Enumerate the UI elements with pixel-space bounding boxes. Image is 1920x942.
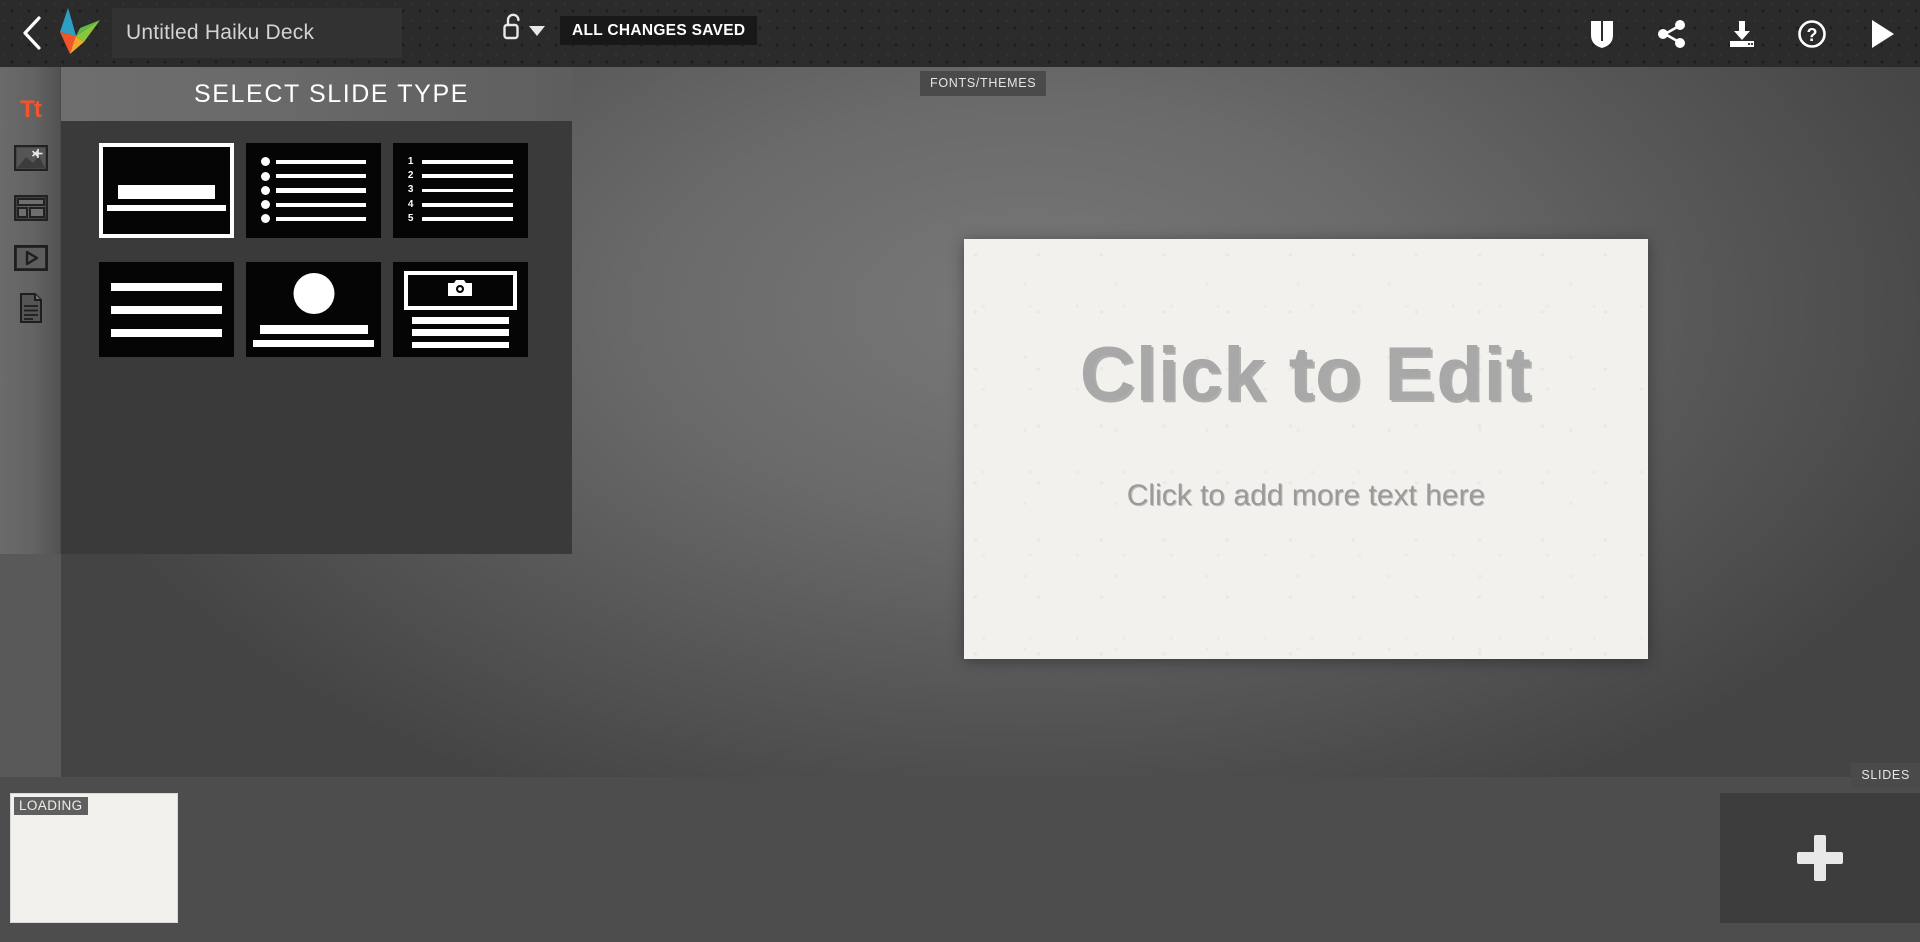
slide-type-circle-image[interactable] (246, 262, 381, 357)
circle-shape (293, 273, 334, 314)
chevron-down-icon (529, 26, 545, 36)
slide-title-placeholder[interactable]: Click to Edit (964, 331, 1648, 418)
save-status-badge: ALL CHANGES SAVED (560, 16, 757, 45)
sidebar-item-layout-tool[interactable] (0, 185, 61, 235)
sidebar-item-notes-tool[interactable] (0, 285, 61, 335)
tab-slides[interactable]: SLIDES (1851, 763, 1920, 788)
list-number: 5 (408, 214, 417, 224)
sidebar-item-image-tool[interactable] (0, 135, 61, 185)
haiku-deck-editor: Untitled Haiku Deck ALL CHANGES SAVED (0, 0, 1920, 942)
slide-type-numbered-list[interactable]: 1 2 3 4 5 (393, 143, 528, 238)
slide-canvas[interactable]: Click to Edit Click to add more text her… (964, 239, 1648, 659)
list-number: 4 (408, 200, 417, 210)
slide-type-bulleted-list[interactable] (246, 143, 381, 238)
sidebar-item-text-tool[interactable]: Tt (0, 85, 61, 135)
slide-type-grid: 1 2 3 4 5 (99, 143, 528, 357)
plus-icon (1797, 835, 1843, 881)
share-icon[interactable] (1652, 12, 1692, 56)
list-number: 3 (408, 185, 417, 195)
haiku-deck-logo[interactable] (50, 6, 106, 60)
slide-subtitle-placeholder[interactable]: Click to add more text here (964, 479, 1648, 513)
shield-icon[interactable] (1582, 12, 1622, 56)
status-badge: LOADING (14, 797, 88, 815)
slide-type-text-bars[interactable] (99, 262, 234, 357)
slide-type-panel-title: SELECT SLIDE TYPE (164, 80, 469, 109)
top-toolbar: Untitled Haiku Deck ALL CHANGES SAVED (0, 0, 1920, 67)
deck-title-input[interactable]: Untitled Haiku Deck (112, 8, 402, 58)
tool-sidebar: Tt (0, 67, 61, 554)
save-status-text: ALL CHANGES SAVED (572, 22, 745, 40)
list-number: 1 (408, 157, 417, 167)
privacy-dropdown[interactable] (500, 12, 545, 47)
tab-fonts-themes[interactable]: FONTS/THEMES (920, 71, 1046, 96)
origami-bird-icon (50, 6, 106, 60)
list-number: 2 (408, 171, 417, 181)
image-icon (14, 145, 48, 176)
photo-frame (404, 271, 517, 311)
slide-type-photo-caption[interactable] (393, 262, 528, 357)
unlock-icon (500, 12, 526, 47)
slide-type-panel: 1 2 3 4 5 (61, 121, 572, 554)
back-button[interactable] (12, 8, 52, 58)
add-slide-button[interactable] (1720, 793, 1920, 923)
tab-fonts-themes-label: FONTS/THEMES (930, 76, 1036, 90)
text-tool-label: Tt (20, 98, 41, 122)
slide-thumbnail[interactable]: LOADING (10, 793, 178, 923)
slide-filmstrip: LOADING (0, 777, 1920, 942)
sidebar-item-video-tool[interactable] (0, 235, 61, 285)
layout-icon (14, 195, 48, 226)
deck-title-text: Untitled Haiku Deck (126, 21, 314, 45)
help-icon[interactable]: ? (1792, 12, 1832, 56)
play-icon[interactable] (1862, 12, 1902, 56)
svg-text:?: ? (1807, 25, 1818, 45)
top-actions: ? (1582, 0, 1902, 67)
slide-type-title[interactable] (99, 143, 234, 238)
camera-icon (448, 279, 472, 301)
download-icon[interactable] (1722, 12, 1762, 56)
tab-slides-label: SLIDES (1861, 768, 1910, 782)
back-arrow-icon (21, 15, 43, 51)
slide-type-panel-header: SELECT SLIDE TYPE (61, 67, 572, 121)
video-play-icon (14, 245, 48, 276)
notes-document-icon (18, 293, 44, 328)
